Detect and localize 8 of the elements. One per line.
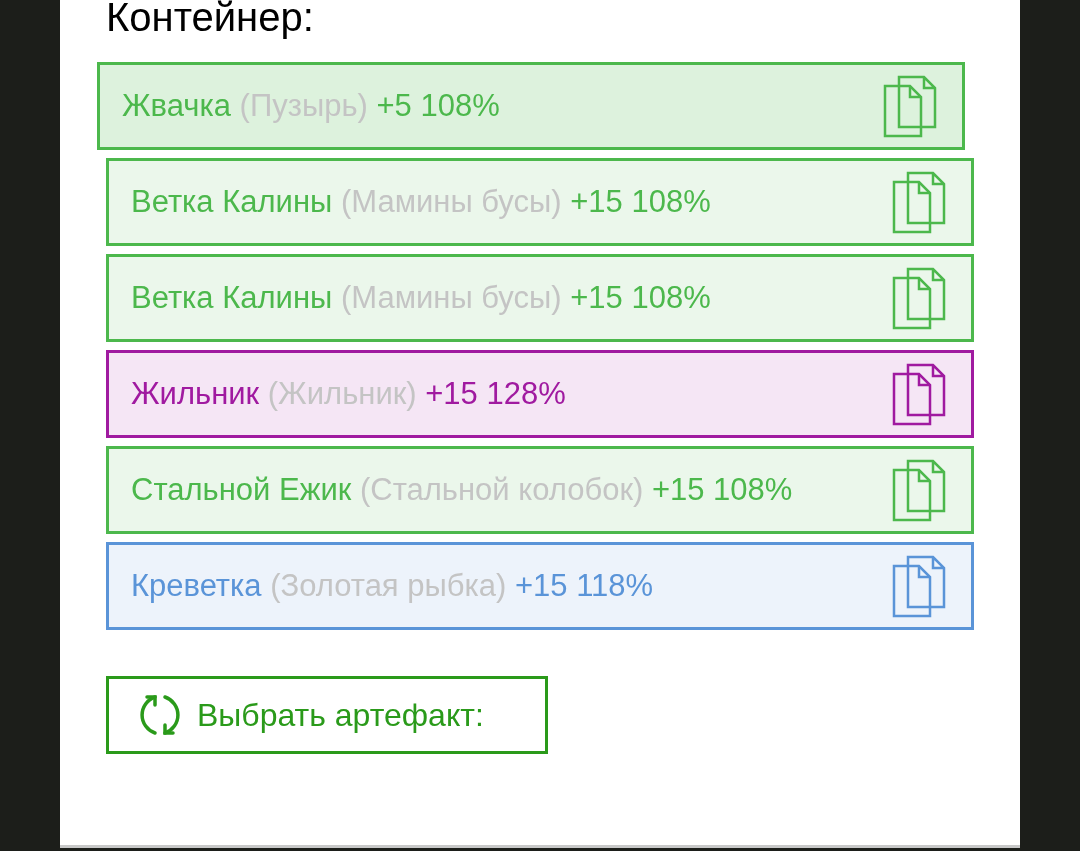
copy-icon[interactable] bbox=[891, 554, 947, 618]
copy-icon[interactable] bbox=[891, 170, 947, 234]
copy-icon[interactable] bbox=[891, 458, 947, 522]
copy-icon[interactable] bbox=[891, 266, 947, 330]
choose-artifact-button[interactable]: Выбрать артефакт: bbox=[106, 676, 548, 754]
copy-icon[interactable] bbox=[891, 362, 947, 426]
section-heading: Контейнер: bbox=[106, 0, 314, 40]
refresh-icon bbox=[137, 692, 183, 738]
